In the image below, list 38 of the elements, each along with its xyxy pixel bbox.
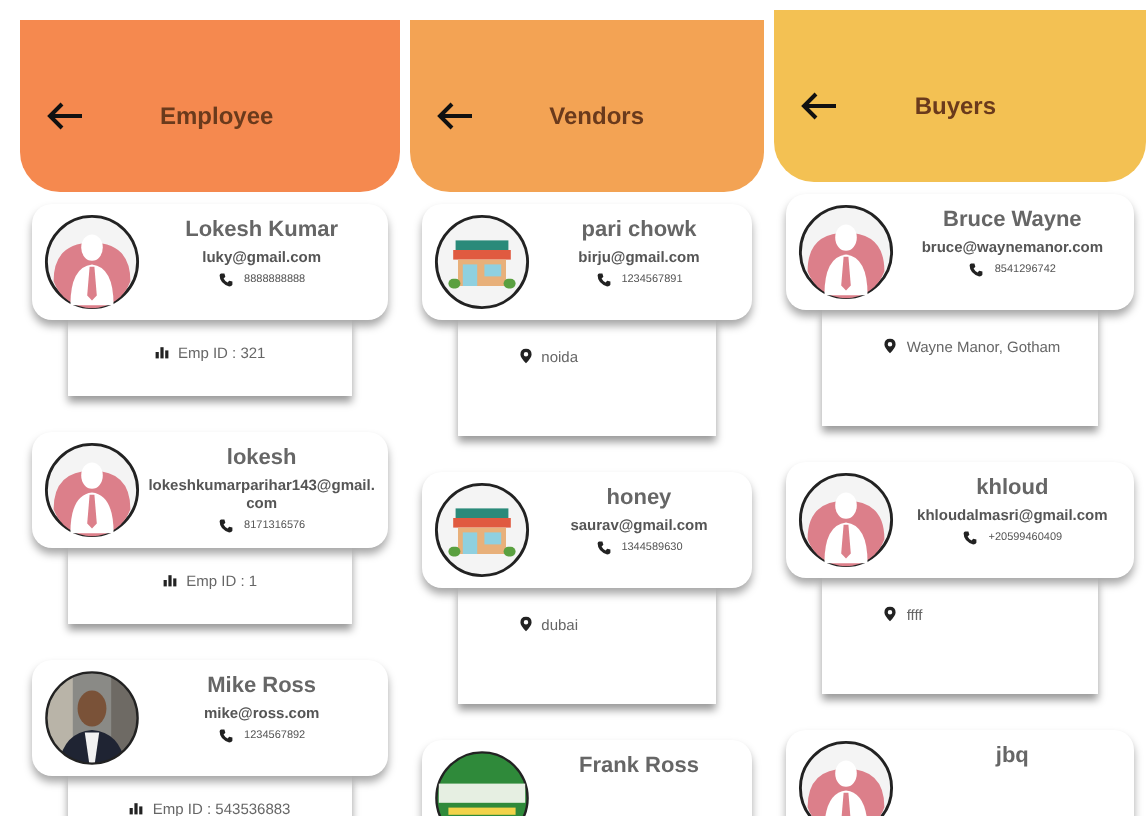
bar-chart-icon xyxy=(128,800,145,816)
bar-chart-icon xyxy=(153,344,170,360)
screen-title: Employee xyxy=(160,102,274,130)
phone-icon xyxy=(218,518,235,534)
store-avatar-icon xyxy=(433,214,530,310)
location-pin-icon xyxy=(882,606,899,622)
person-avatar-icon xyxy=(798,204,895,300)
contact-name: Bruce Wayne xyxy=(943,208,1082,232)
contact-name: khloud xyxy=(976,476,1049,500)
contact-name: lokesh xyxy=(226,446,297,470)
phone-icon xyxy=(968,262,985,278)
person-avatar-icon xyxy=(44,214,140,310)
contact-name: Mike Ross xyxy=(207,674,317,698)
contact-name: pari chowk xyxy=(581,218,697,242)
location-pin-icon xyxy=(882,338,899,354)
location-pin-icon xyxy=(517,348,534,364)
contact-name: jbq xyxy=(995,744,1029,768)
phone-icon xyxy=(218,272,235,288)
contact-name: Frank Ross xyxy=(579,754,699,778)
contact-card[interactable]: Frank Ross xyxy=(421,740,753,816)
contact-name: Lokesh Kumar xyxy=(185,218,339,242)
store-avatar-icon xyxy=(433,482,530,578)
back-arrow-icon[interactable] xyxy=(44,100,84,132)
location-pin-icon xyxy=(517,616,534,632)
back-arrow-icon[interactable] xyxy=(798,90,839,122)
person-avatar-icon xyxy=(798,472,895,568)
phone-icon xyxy=(218,728,235,744)
phone-icon xyxy=(595,272,612,288)
phone-icon xyxy=(595,540,612,556)
person-avatar-icon xyxy=(44,442,140,538)
person-avatar-icon xyxy=(798,740,895,816)
screen-title: Vendors xyxy=(549,102,645,130)
back-arrow-icon[interactable] xyxy=(433,100,474,132)
contact-card[interactable]: jbq xyxy=(786,730,1134,816)
screen-title: Buyers xyxy=(914,92,997,120)
bar-chart-icon xyxy=(162,572,179,588)
phone-icon xyxy=(962,530,979,546)
contact-name: honey xyxy=(606,486,672,510)
